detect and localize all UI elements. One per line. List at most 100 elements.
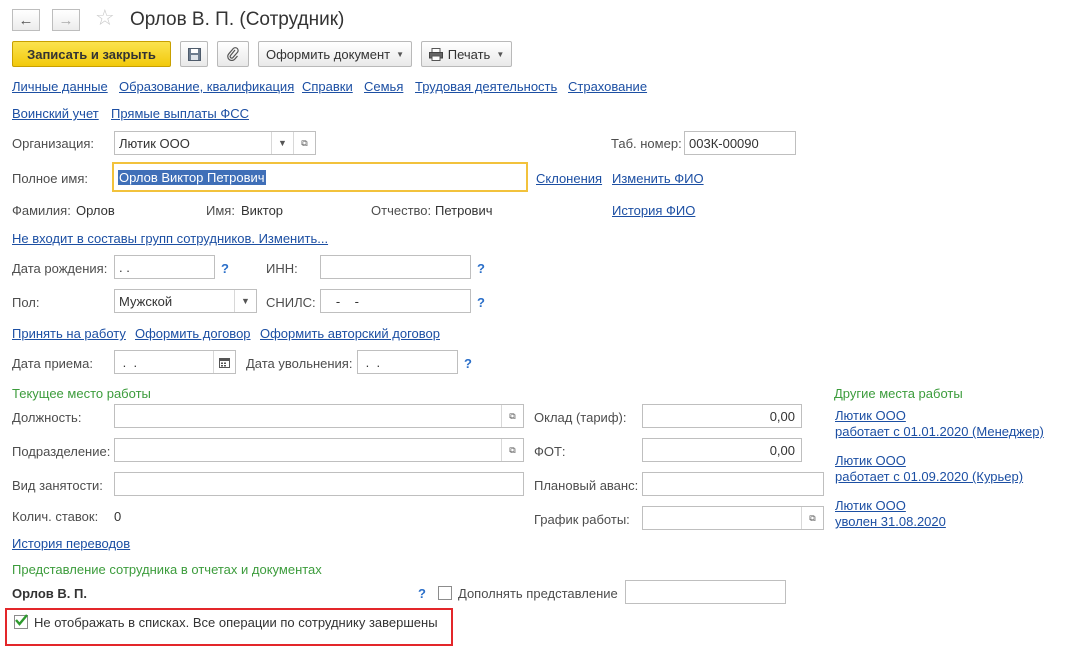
tab-work-activity[interactable]: Трудовая деятельность xyxy=(415,79,557,94)
other-work-detail-link[interactable]: работает с 01.01.2020 (Менеджер) xyxy=(835,424,1044,439)
other-work-org-link[interactable]: Лютик ООО xyxy=(835,498,906,513)
dismissal-date-label: Дата увольнения: xyxy=(246,356,353,371)
declensions-link[interactable]: Склонения xyxy=(536,171,602,186)
printer-icon xyxy=(428,47,443,61)
other-work-org-link[interactable]: Лютик ООО xyxy=(835,453,906,468)
dropdown-arrow-icon[interactable]: ▼ xyxy=(234,290,256,312)
tab-certificates[interactable]: Справки xyxy=(302,79,353,94)
supplement-label: Дополнять представление xyxy=(458,586,618,601)
arrow-left-icon: ← xyxy=(18,11,34,29)
name-label: Имя: xyxy=(206,203,235,218)
attach-button[interactable] xyxy=(217,41,249,67)
salary-value: 0,00 xyxy=(769,408,795,424)
full-name-label: Полное имя: xyxy=(12,171,88,186)
organization-label: Организация: xyxy=(12,136,95,151)
patronymic-value: Петрович xyxy=(435,203,493,218)
schedule-label: График работы: xyxy=(534,512,630,527)
groups-link[interactable]: Не входит в составы групп сотрудников. И… xyxy=(12,231,328,246)
open-icon[interactable]: ⧉ xyxy=(801,507,823,529)
department-field[interactable]: ⧉ xyxy=(114,438,524,462)
position-field[interactable]: ⧉ xyxy=(114,404,524,428)
other-work-detail-link[interactable]: работает с 01.09.2020 (Курьер) xyxy=(835,469,1023,484)
tab-number-field[interactable]: 003К-00090 xyxy=(684,131,796,155)
forward-button[interactable]: → xyxy=(52,9,80,31)
fot-field[interactable]: 0,00 xyxy=(642,438,802,462)
tab-insurance[interactable]: Страхование xyxy=(568,79,647,94)
patronymic-label: Отчество: xyxy=(371,203,432,218)
transfer-history-link[interactable]: История переводов xyxy=(12,536,130,551)
supplement-field[interactable] xyxy=(625,580,786,604)
name-value: Виктор xyxy=(241,203,284,218)
help-icon[interactable]: ? xyxy=(418,586,426,601)
inn-label: ИНН: xyxy=(266,261,298,276)
inn-field[interactable] xyxy=(320,255,471,279)
tab-fss-payments[interactable]: Прямые выплаты ФСС xyxy=(111,106,249,121)
rates-label: Колич. ставок: xyxy=(12,509,99,524)
tab-family[interactable]: Семья xyxy=(364,79,403,94)
create-document-button[interactable]: Оформить документ ▼ xyxy=(258,41,412,67)
save-button[interactable] xyxy=(180,41,208,67)
full-name-field[interactable]: Орлов Виктор Петрович xyxy=(112,162,528,192)
other-work-org-link[interactable]: Лютик ООО xyxy=(835,408,906,423)
dropdown-arrow-icon[interactable]: ▼ xyxy=(271,132,293,154)
tab-number-value: 003К-00090 xyxy=(689,135,759,151)
hire-link[interactable]: Принять на работу xyxy=(12,326,126,341)
open-icon[interactable]: ⧉ xyxy=(293,132,315,154)
create-contract-link[interactable]: Оформить договор xyxy=(135,326,251,341)
page-title: Орлов В. П. (Сотрудник) xyxy=(130,9,345,30)
open-icon[interactable]: ⧉ xyxy=(501,439,523,461)
surname-label: Фамилия: xyxy=(12,203,71,218)
print-label: Печать xyxy=(447,46,491,62)
birth-date-label: Дата рождения: xyxy=(12,261,108,276)
change-fio-link[interactable]: Изменить ФИО xyxy=(612,171,704,186)
tab-military[interactable]: Воинский учет xyxy=(12,106,99,121)
dismissal-date-field[interactable]: . . xyxy=(357,350,458,374)
chevron-down-icon: ▼ xyxy=(496,49,505,59)
help-icon[interactable]: ? xyxy=(221,261,229,276)
birth-date-field[interactable]: . . xyxy=(114,255,215,279)
save-and-close-button[interactable]: Записать и закрыть xyxy=(12,41,171,67)
advance-field[interactable] xyxy=(642,472,824,496)
chevron-down-icon: ▼ xyxy=(396,49,405,59)
salary-field[interactable]: 0,00 xyxy=(642,404,802,428)
print-button[interactable]: Печать ▼ xyxy=(421,41,512,67)
supplement-checkbox[interactable] xyxy=(438,586,452,600)
employment-type-field[interactable] xyxy=(114,472,524,496)
snils-field[interactable]: - - xyxy=(320,289,471,313)
open-icon[interactable]: ⧉ xyxy=(501,405,523,427)
schedule-field[interactable]: ⧉ xyxy=(642,506,824,530)
help-icon[interactable]: ? xyxy=(477,261,485,276)
other-work-detail-link[interactable]: уволен 31.08.2020 xyxy=(835,514,946,529)
help-icon[interactable]: ? xyxy=(464,356,472,371)
salary-label: Оклад (тариф): xyxy=(534,410,627,425)
snils-value: - - xyxy=(325,293,359,309)
gender-label: Пол: xyxy=(12,295,40,310)
hide-in-lists-label: Не отображать в списках. Все операции по… xyxy=(34,615,438,630)
position-label: Должность: xyxy=(12,410,82,425)
create-author-contract-link[interactable]: Оформить авторский договор xyxy=(260,326,440,341)
tab-number-label: Таб. номер: xyxy=(611,136,682,151)
employment-type-label: Вид занятости: xyxy=(12,478,103,493)
gender-select[interactable]: Мужской ▼ xyxy=(114,289,257,313)
representation-header: Представление сотрудника в отчетах и док… xyxy=(12,562,322,577)
other-work-header: Другие места работы xyxy=(834,386,963,401)
gender-value: Мужской xyxy=(119,293,173,309)
organization-field[interactable]: Лютик ООО ▼ ⧉ xyxy=(114,131,316,155)
surname-value: Орлов xyxy=(76,203,115,218)
department-label: Подразделение: xyxy=(12,444,111,459)
floppy-disk-icon xyxy=(187,47,201,61)
full-name-value: Орлов Виктор Петрович xyxy=(118,169,266,185)
tab-personal-data[interactable]: Личные данные xyxy=(12,79,108,94)
hide-in-lists-checkbox[interactable] xyxy=(14,614,28,629)
arrow-right-icon: → xyxy=(58,11,74,29)
fio-history-link[interactable]: История ФИО xyxy=(612,203,695,218)
organization-value: Лютик ООО xyxy=(119,135,190,151)
birth-date-value: . . xyxy=(119,259,130,275)
back-button[interactable]: ← xyxy=(12,9,40,31)
tab-education[interactable]: Образование, квалификация xyxy=(119,79,294,94)
favorite-star-icon[interactable]: ☆ xyxy=(95,7,115,29)
calendar-icon[interactable] xyxy=(213,351,235,373)
snils-label: СНИЛС: xyxy=(266,295,316,310)
help-icon[interactable]: ? xyxy=(477,295,485,310)
hire-date-field[interactable]: . . xyxy=(114,350,236,374)
